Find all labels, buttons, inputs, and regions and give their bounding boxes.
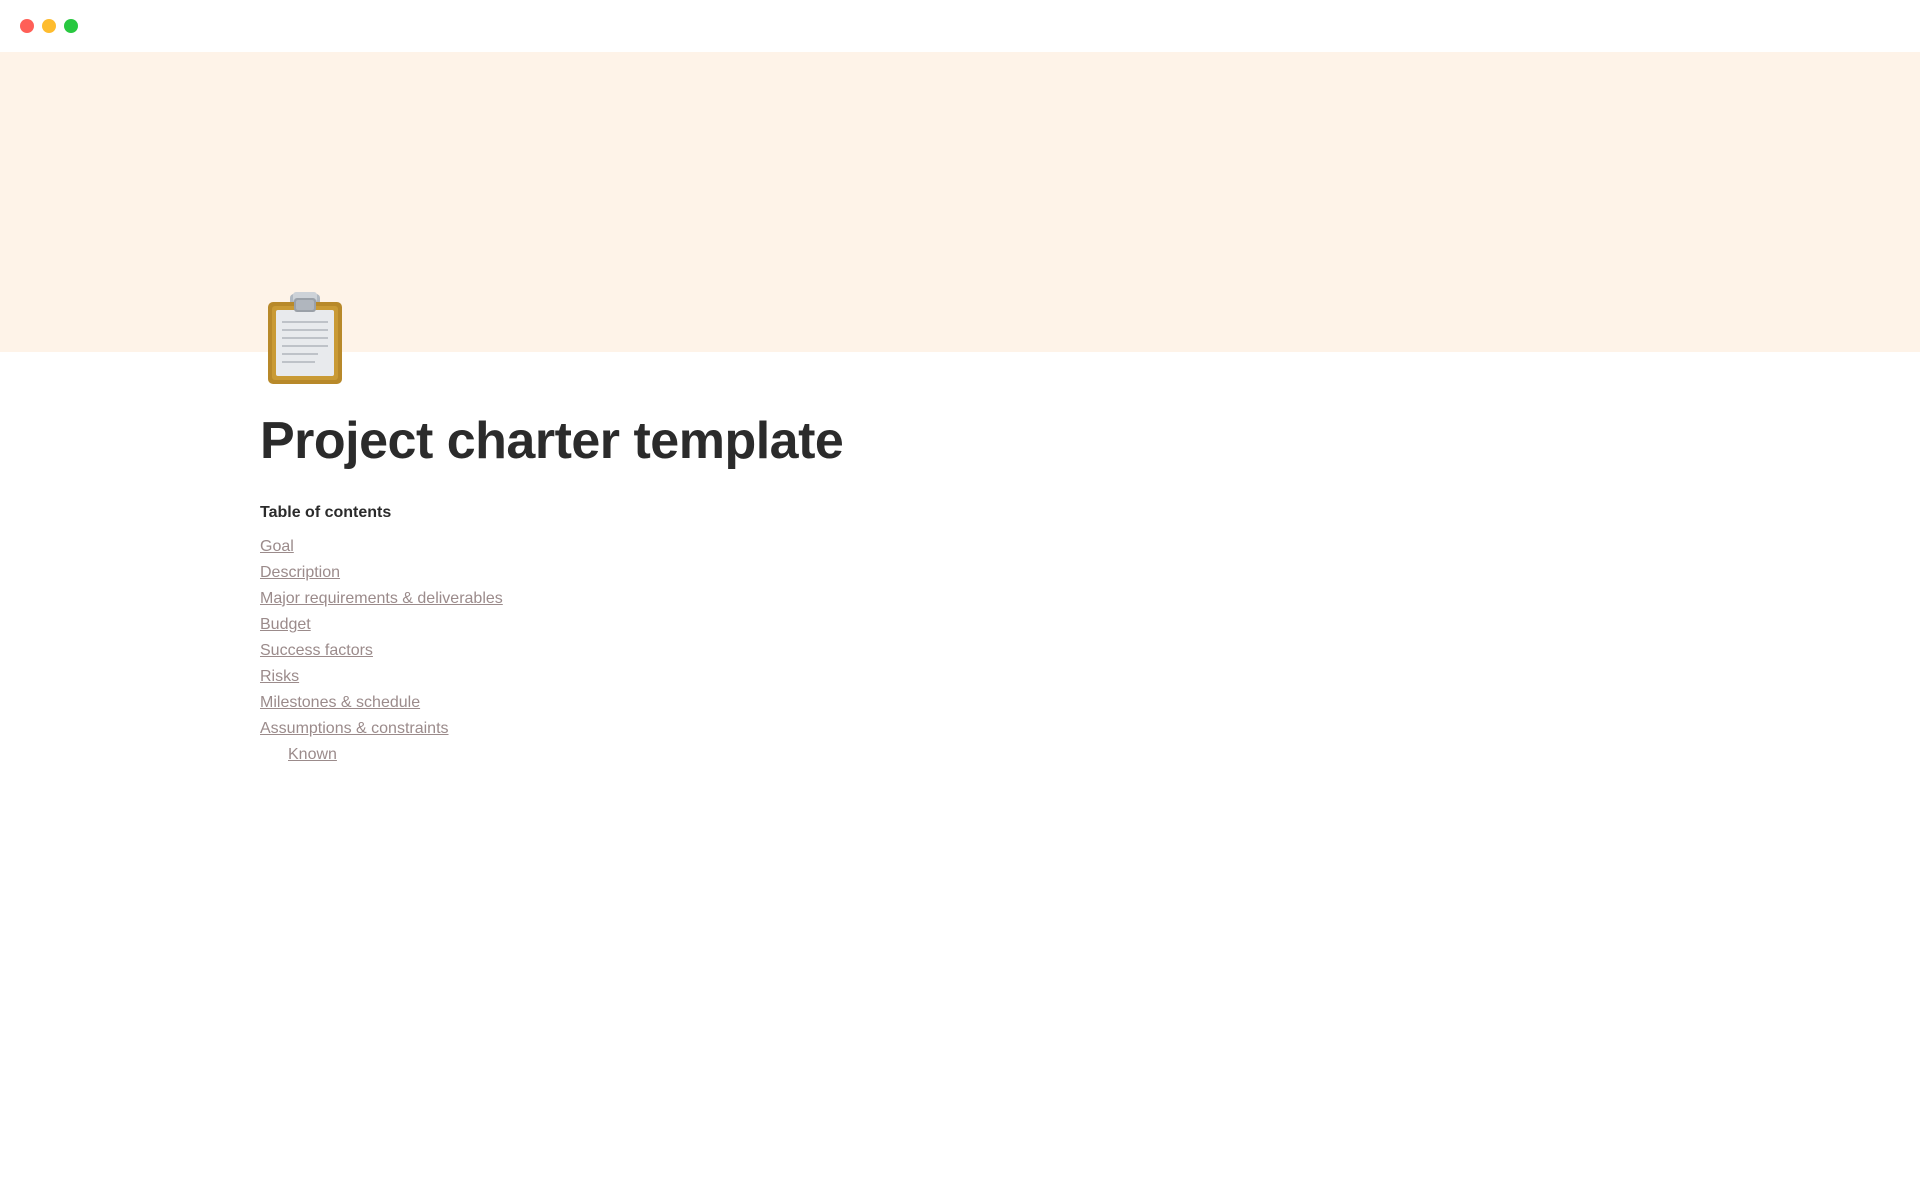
maximize-button[interactable] [64, 19, 78, 33]
toc-link-assumptions[interactable]: Assumptions & constraints [260, 720, 449, 737]
close-button[interactable] [20, 19, 34, 33]
toc-link-success-factors[interactable]: Success factors [260, 642, 373, 659]
main-content: Project charter template Table of conten… [260, 292, 1120, 832]
toc-item-known: Known [260, 746, 1120, 764]
toc-link-budget[interactable]: Budget [260, 616, 311, 633]
page-title: Project charter template [260, 412, 1120, 472]
toc-item-budget: Budget [260, 616, 1120, 634]
toc-link-description[interactable]: Description [260, 564, 340, 581]
toc-item-assumptions: Assumptions & constraints [260, 720, 1120, 738]
table-of-contents: Table of contents Goal Description Major… [260, 504, 1120, 764]
toc-item-goal: Goal [260, 538, 1120, 556]
toc-link-milestones[interactable]: Milestones & schedule [260, 694, 420, 711]
toc-item-milestones: Milestones & schedule [260, 694, 1120, 712]
toc-item-requirements: Major requirements & deliverables [260, 590, 1120, 608]
toc-item-risks: Risks [260, 668, 1120, 686]
toc-item-description: Description [260, 564, 1120, 582]
clipboard-icon [260, 292, 350, 387]
page-icon-area [260, 292, 1120, 392]
toc-link-known[interactable]: Known [288, 746, 337, 763]
title-bar [0, 0, 1920, 52]
toc-link-goal[interactable]: Goal [260, 538, 294, 555]
toc-link-risks[interactable]: Risks [260, 668, 299, 685]
toc-item-success-factors: Success factors [260, 642, 1120, 660]
minimize-button[interactable] [42, 19, 56, 33]
toc-heading: Table of contents [260, 504, 1120, 522]
toc-link-requirements[interactable]: Major requirements & deliverables [260, 590, 503, 607]
toc-list: Goal Description Major requirements & de… [260, 538, 1120, 764]
